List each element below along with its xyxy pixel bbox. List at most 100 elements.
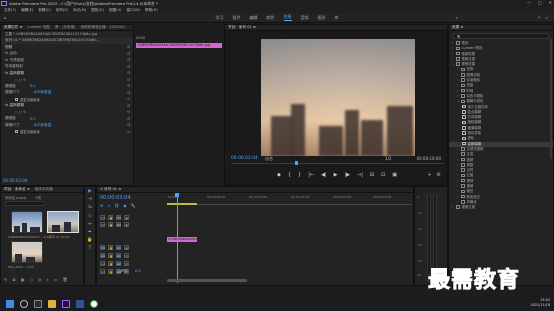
toggle-output-icon[interactable]: ◉	[124, 215, 129, 220]
step-forward-button[interactable]: |▶	[344, 172, 350, 178]
add-marker-button[interactable]: ◆	[277, 172, 281, 178]
search-icon[interactable]: ⌕	[546, 15, 548, 20]
reset-icon[interactable]: ↺	[127, 97, 130, 101]
effect-folder[interactable]: › 视频过渡	[449, 205, 553, 210]
program-playhead[interactable]	[295, 161, 299, 165]
timeline-clip[interactable]: fx 04B9D9B2A5634AC3B3	[167, 237, 197, 242]
step-back-button[interactable]: ◀|	[321, 172, 327, 178]
find-icon[interactable]: ⌕	[47, 277, 49, 282]
track-a3[interactable]: A3 🔒 A3 M	[97, 269, 413, 275]
workspace-assembly[interactable]: 组件	[233, 15, 241, 21]
track-select-tool-icon[interactable]: ⇥	[88, 197, 92, 202]
menu-help[interactable]: 帮助(H)	[145, 8, 158, 13]
track-v3[interactable]: V3 🔒 V3 ◉	[97, 215, 413, 221]
timeline-playhead[interactable]	[175, 193, 179, 197]
workspace-audio[interactable]: 音频	[301, 15, 309, 21]
share-icon[interactable]: ⇪	[537, 15, 540, 20]
reset-icon[interactable]: ↺	[127, 117, 130, 121]
effect-property-value[interactable]: 水平和垂直	[33, 90, 51, 95]
menu-edit[interactable]: 编辑(E)	[21, 8, 33, 13]
export-frame-button[interactable]: ▣	[392, 172, 397, 178]
automate-icon[interactable]: ◎	[38, 277, 42, 282]
ripple-edit-tool-icon[interactable]: ⇆	[88, 205, 92, 210]
track-name-button[interactable]: V2	[116, 222, 121, 227]
windows-start-icon[interactable]	[6, 300, 14, 308]
reset-icon[interactable]: ↺	[127, 84, 130, 88]
new-bin-icon[interactable]: ▭	[54, 277, 58, 282]
reset-icon[interactable]: ↺	[127, 78, 130, 82]
reset-icon[interactable]: ↺	[127, 130, 130, 134]
timeline-settings-icon[interactable]: 🔧	[130, 203, 135, 208]
checkbox[interactable]	[15, 97, 18, 101]
type-tool-icon[interactable]: T	[89, 246, 92, 251]
icon-view-icon[interactable]: ▦	[21, 277, 25, 282]
source-patch-button[interactable]: A3	[100, 269, 105, 274]
insert-sequence-icon[interactable]: ⊞	[100, 203, 103, 208]
hand-tool-icon[interactable]: ✋	[87, 238, 92, 243]
track-lock-icon[interactable]: 🔒	[108, 253, 113, 258]
razor-tool-icon[interactable]: ◇	[88, 214, 91, 219]
toggle-output-icon[interactable]: ◉	[124, 245, 129, 250]
tab-effects[interactable]: 效果 ≡	[452, 25, 463, 30]
menu-clip[interactable]: 剪辑(C)	[38, 8, 51, 13]
selection-tool-icon[interactable]: ▶	[88, 189, 91, 194]
track-lock-icon[interactable]: 🔒	[108, 215, 113, 220]
project-search-input[interactable]	[5, 201, 45, 206]
program-timecode[interactable]: 00:00:03:04	[231, 156, 258, 161]
track-lock-icon[interactable]: 🔒	[108, 245, 113, 250]
workspace-graphics[interactable]: 图形	[318, 15, 326, 21]
file-explorer-icon[interactable]	[48, 300, 56, 308]
add-marker-icon[interactable]: ◆	[123, 203, 126, 208]
effect-property-value[interactable]: 0.0	[30, 117, 36, 121]
effect-property-value[interactable]: 0.0	[30, 84, 36, 88]
project-item-thumb[interactable]	[11, 241, 43, 263]
mark-in-button[interactable]: {	[288, 172, 291, 178]
workspace-more-button[interactable]: »	[456, 15, 458, 20]
menu-graphics[interactable]: 图形(G)	[91, 8, 104, 13]
trash-icon[interactable]: 🗑	[63, 277, 68, 282]
tab-audio-clip-mixer[interactable]: 音频剪辑混合器：1905061	[80, 25, 125, 30]
effects-search-input[interactable]: 🔍	[453, 33, 549, 39]
resolution-dropdown[interactable]: 1/2	[385, 156, 391, 161]
reset-icon[interactable]: ↺	[127, 45, 130, 49]
menu-window[interactable]: 窗口(W)	[126, 8, 140, 13]
track-name-button[interactable]: V1	[116, 245, 121, 250]
track-a1[interactable]: A1 🔒 A1 M	[97, 253, 413, 259]
timeline-scrollbar[interactable]	[167, 279, 247, 282]
track-v2[interactable]: V2 🔒 V2 ◉	[97, 222, 413, 228]
effects-scrollbar[interactable]	[550, 39, 552, 159]
track-v1[interactable]: V1 🔒 V1 ◉	[97, 245, 413, 251]
tab-media-browser[interactable]: 媒体浏览器	[35, 187, 53, 192]
track-name-button[interactable]: A1	[116, 253, 121, 258]
pen-tool-icon[interactable]: ✒	[88, 230, 92, 235]
reset-icon[interactable]: ↺	[127, 52, 130, 56]
program-scrub-bar[interactable]	[231, 163, 443, 164]
slip-tool-icon[interactable]: ↔	[88, 222, 92, 227]
workspace-libraries[interactable]: 库	[335, 15, 339, 21]
reset-icon[interactable]: ↺	[127, 91, 130, 95]
menu-marker[interactable]: 标记(M)	[73, 8, 86, 13]
write-lock-icon[interactable]: ✎	[4, 277, 7, 282]
add-button[interactable]: +	[427, 172, 431, 178]
project-item-thumb[interactable]	[47, 211, 79, 233]
linked-selection-icon[interactable]: ⛓	[114, 203, 119, 208]
timeline-ruler[interactable]: :00:00 00:00:05:00 00:00:10:00 00:00:15:…	[167, 195, 411, 205]
reset-icon[interactable]: ↺	[127, 104, 130, 108]
zoom-slider-icon[interactable]: ○	[30, 277, 34, 282]
track-a2[interactable]: A2 🔒 A2 M	[97, 261, 413, 267]
minimize-button[interactable]: —	[527, 0, 531, 5]
lift-button[interactable]: ⊟	[370, 172, 374, 178]
system-clock[interactable]: 15:42 2021/11/18	[530, 298, 550, 308]
track-name-button[interactable]: A2	[116, 261, 121, 266]
list-view-icon[interactable]: ≣	[12, 277, 15, 282]
track-name-button[interactable]: V3	[116, 215, 121, 220]
work-area-bar[interactable]	[167, 203, 197, 205]
track-lock-icon[interactable]: 🔒	[108, 261, 113, 266]
task-view-icon[interactable]	[34, 300, 42, 308]
effect-property-value[interactable]: 水平和垂直	[33, 123, 51, 128]
fit-dropdown[interactable]: 适合	[265, 156, 273, 162]
master-volume[interactable]: 0.0	[135, 269, 141, 273]
workspace-color[interactable]: 颜色	[267, 15, 275, 21]
word-icon[interactable]	[76, 300, 84, 308]
browser-icon[interactable]	[90, 300, 98, 308]
